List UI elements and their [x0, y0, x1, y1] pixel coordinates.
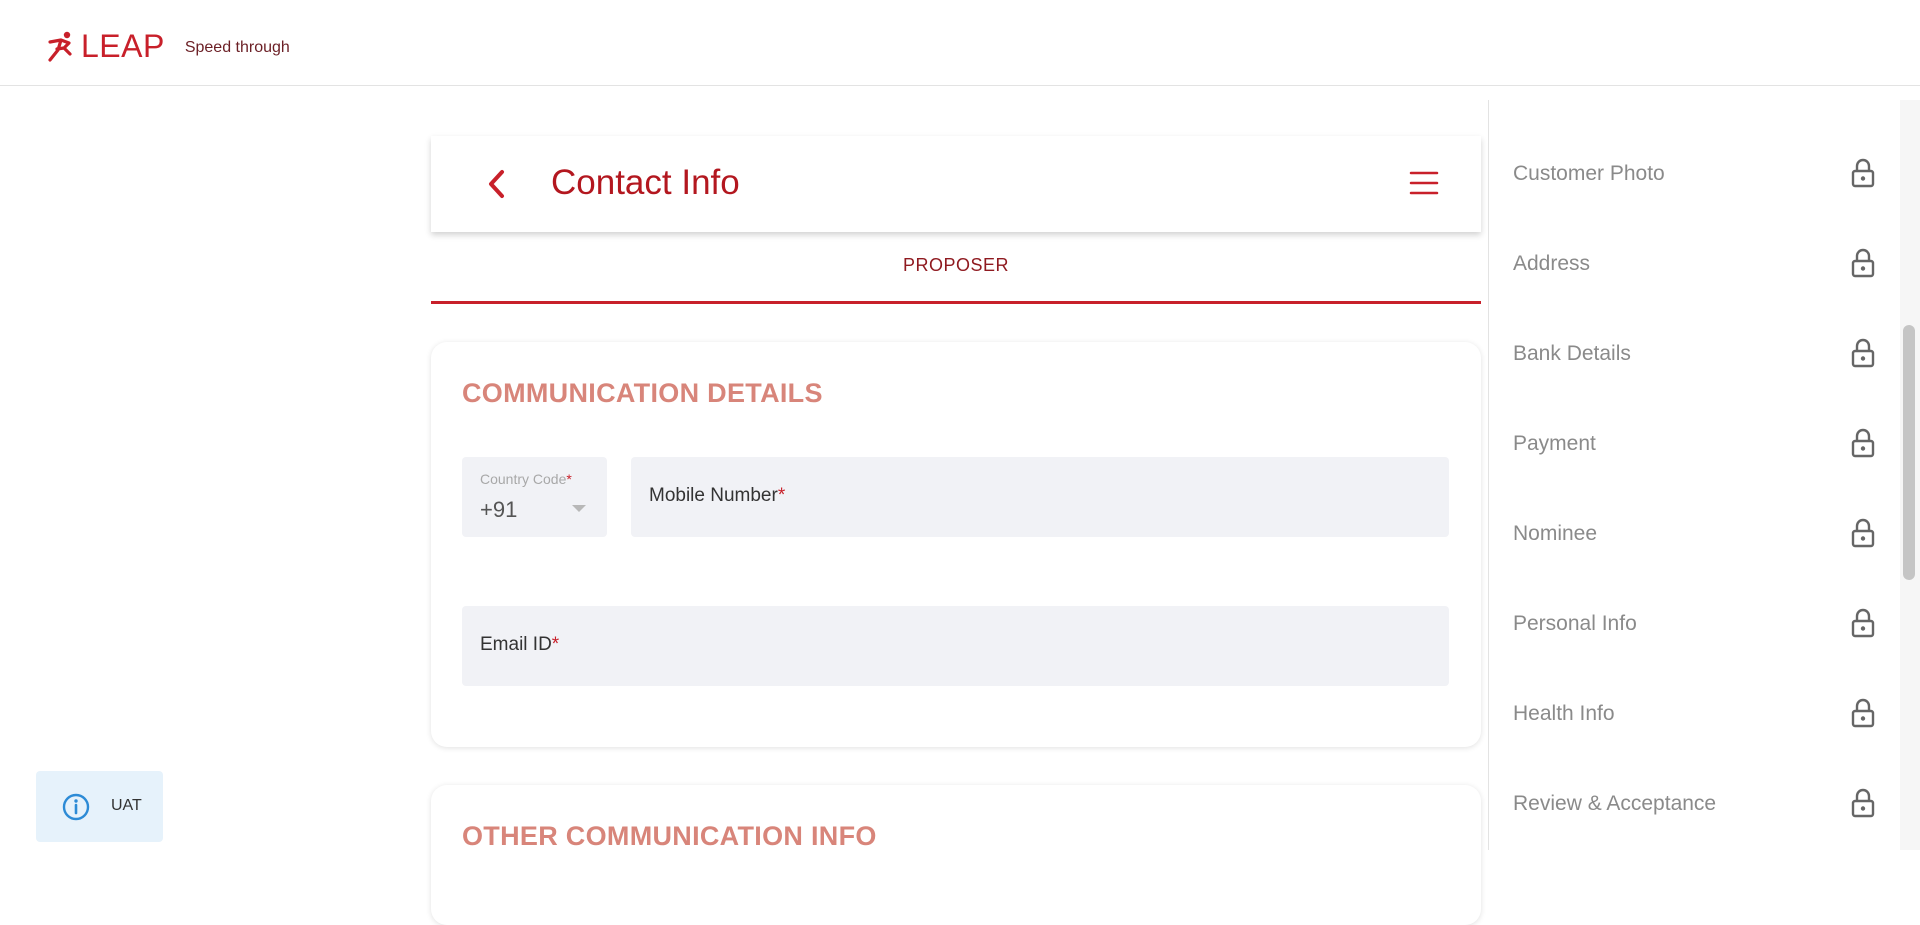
country-code-label: Country Code*: [480, 471, 572, 487]
runner-logo-icon: [48, 31, 72, 62]
sidebar-item-bank-details[interactable]: Bank Details: [1489, 324, 1899, 384]
sidebar-item-personal-info[interactable]: Personal Info: [1489, 594, 1899, 654]
tab-bar: PROPOSER: [431, 248, 1481, 304]
lock-icon: [1851, 428, 1875, 458]
lock-icon: [1851, 788, 1875, 818]
chevron-left-icon: [489, 170, 504, 198]
progress-sidebar: Customer Photo Address Bank Details Paym…: [1488, 100, 1898, 850]
email-id-field[interactable]: Email ID*: [462, 606, 1449, 686]
lock-icon: [1851, 608, 1875, 638]
mobile-number-label: Mobile Number*: [649, 485, 786, 506]
sidebar-item-nominee[interactable]: Nominee: [1489, 504, 1899, 564]
brand-tagline: Speed through: [184, 39, 290, 56]
environment-label: UAT: [111, 797, 142, 814]
sidebar-item-payment[interactable]: Payment: [1489, 414, 1899, 474]
environment-badge[interactable]: UAT: [36, 771, 163, 842]
sidebar-item-label: Health Info: [1513, 702, 1615, 725]
sidebar-scrollbar-thumb[interactable]: [1903, 325, 1915, 580]
back-button[interactable]: [481, 166, 513, 202]
sidebar-item-label: Nominee: [1513, 522, 1598, 545]
country-code-select[interactable]: Country Code* +91: [462, 457, 607, 537]
communication-details-card: COMMUNICATION DETAILS Country Code* +91 …: [431, 342, 1481, 747]
hamburger-menu-icon: [1409, 171, 1439, 195]
sidebar-item-health-info[interactable]: Health Info: [1489, 684, 1899, 744]
sidebar-item-label: Bank Details: [1513, 342, 1631, 365]
sidebar-item-address[interactable]: Address: [1489, 234, 1899, 294]
country-code-value: +91: [480, 497, 518, 522]
sidebar-item-label: Customer Photo: [1513, 162, 1665, 185]
sidebar-item-label: Review & Acceptance: [1513, 792, 1717, 815]
required-mark: *: [566, 471, 572, 487]
sidebar-item-label: Address: [1513, 252, 1591, 275]
tab-proposer[interactable]: PROPOSER: [431, 248, 1481, 304]
page-header-card: Contact Info: [431, 136, 1481, 232]
sidebar-item-label: Personal Info: [1513, 612, 1637, 635]
brand-name: LEAP: [81, 28, 165, 64]
page-title: Contact Info: [551, 163, 740, 202]
required-mark: *: [777, 485, 786, 506]
lock-icon: [1851, 338, 1875, 368]
menu-button[interactable]: [1409, 168, 1439, 198]
required-mark: *: [551, 634, 560, 655]
brand-logo[interactable]: LEAP Speed through: [47, 30, 290, 62]
other-communication-card: OTHER COMMUNICATION INFO: [431, 785, 1481, 925]
other-communication-title: OTHER COMMUNICATION INFO: [462, 821, 877, 851]
dropdown-caret-icon: [572, 505, 586, 512]
lock-icon: [1851, 698, 1875, 728]
info-icon: [62, 793, 90, 821]
email-id-label: Email ID*: [480, 634, 560, 655]
top-bar: LEAP Speed through: [0, 0, 1920, 86]
sidebar-item-review-acceptance[interactable]: Review & Acceptance: [1489, 774, 1899, 834]
sidebar-item-label: Payment: [1513, 432, 1596, 455]
sidebar-item-customer-photo[interactable]: Customer Photo: [1489, 144, 1899, 204]
mobile-number-field[interactable]: Mobile Number*: [631, 457, 1449, 537]
lock-icon: [1851, 158, 1875, 188]
communication-details-title: COMMUNICATION DETAILS: [462, 378, 823, 408]
lock-icon: [1851, 518, 1875, 548]
lock-icon: [1851, 248, 1875, 278]
